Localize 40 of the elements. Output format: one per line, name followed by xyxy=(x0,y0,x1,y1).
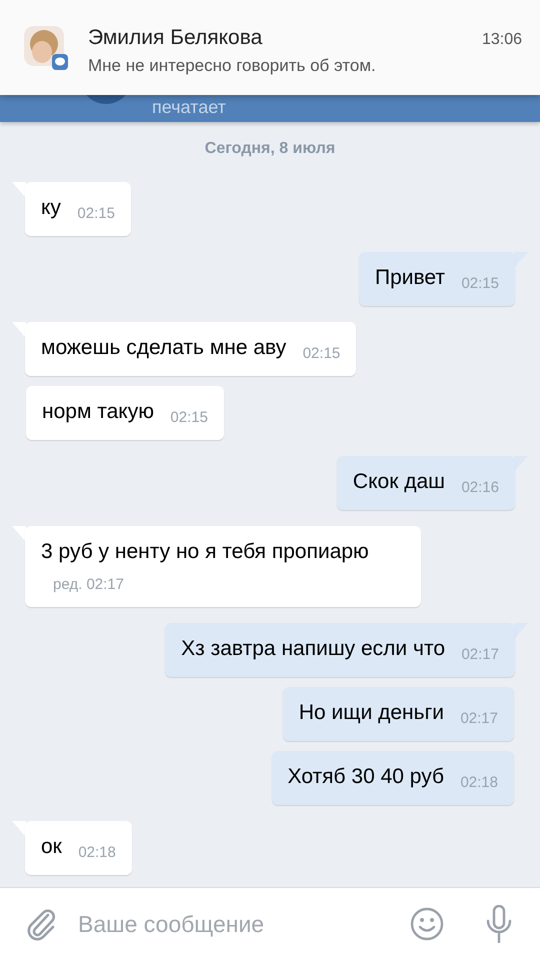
message-time: ред. 02:17 xyxy=(53,576,124,594)
message-time: 02:15 xyxy=(302,345,340,363)
message-time: 02:18 xyxy=(78,844,116,862)
sender-name: Эмилия Белякова xyxy=(88,26,262,50)
message-text: Но ищи деньги xyxy=(298,701,444,724)
microphone-icon[interactable] xyxy=(484,905,514,943)
date-label: Сегодня, 8 июля xyxy=(204,140,336,158)
message-text: 3 руб у ненту но я тебя пропиарю xyxy=(41,540,369,563)
message-bubble[interactable]: Привет 02:15 xyxy=(358,252,515,306)
message-bubble[interactable]: ок 02:18 xyxy=(25,821,132,875)
message-text: Хотяб 30 40 руб xyxy=(288,765,444,788)
message-bubble[interactable]: Скок даш 02:16 xyxy=(336,456,515,510)
smiley-icon[interactable] xyxy=(410,907,444,941)
message-text: норм такую xyxy=(42,400,154,423)
message-text: Хз завтра напишу если что xyxy=(181,637,445,660)
message-bubble[interactable]: норм такую 02:15 xyxy=(26,386,224,440)
message-text: Скок даш xyxy=(352,470,445,493)
message-text: Привет xyxy=(374,266,445,289)
message-input-field[interactable]: Ваше сообщение xyxy=(74,904,392,944)
message-text: можешь сделать мне аву xyxy=(41,336,286,359)
message-time: 02:18 xyxy=(460,774,498,792)
message-time: 02:16 xyxy=(461,479,499,497)
message-composer[interactable]: Ваше сообщение xyxy=(0,887,540,960)
message-time: 02:17 xyxy=(460,710,498,728)
message-bubble[interactable]: Хотяб 30 40 руб 02:18 xyxy=(272,751,514,805)
message-text: ок xyxy=(41,835,62,858)
message-bubble[interactable]: ку 02:15 xyxy=(25,182,131,236)
typing-status: печатает xyxy=(152,97,226,117)
message-bubble[interactable]: можешь сделать мне аву 02:15 xyxy=(25,322,356,376)
notification-text: Мне не интересно говорить об этом. xyxy=(88,56,377,76)
message-bubble[interactable]: Но ищи деньги 02:17 xyxy=(282,687,514,741)
message-bubble[interactable]: Хз завтра напишу если что 02:17 xyxy=(165,623,515,677)
message-bubble[interactable]: 3 руб у ненту но я тебя пропиарю ред. 02:17 xyxy=(25,526,421,607)
message-time: 02:15 xyxy=(77,205,115,223)
message-time: 02:15 xyxy=(461,275,499,293)
message-time: 02:15 xyxy=(170,409,208,427)
notification-time: 13:06 xyxy=(482,31,522,49)
paperclip-icon[interactable] xyxy=(26,907,56,941)
message-time: 02:17 xyxy=(461,646,499,664)
message-text: ку xyxy=(41,196,61,219)
